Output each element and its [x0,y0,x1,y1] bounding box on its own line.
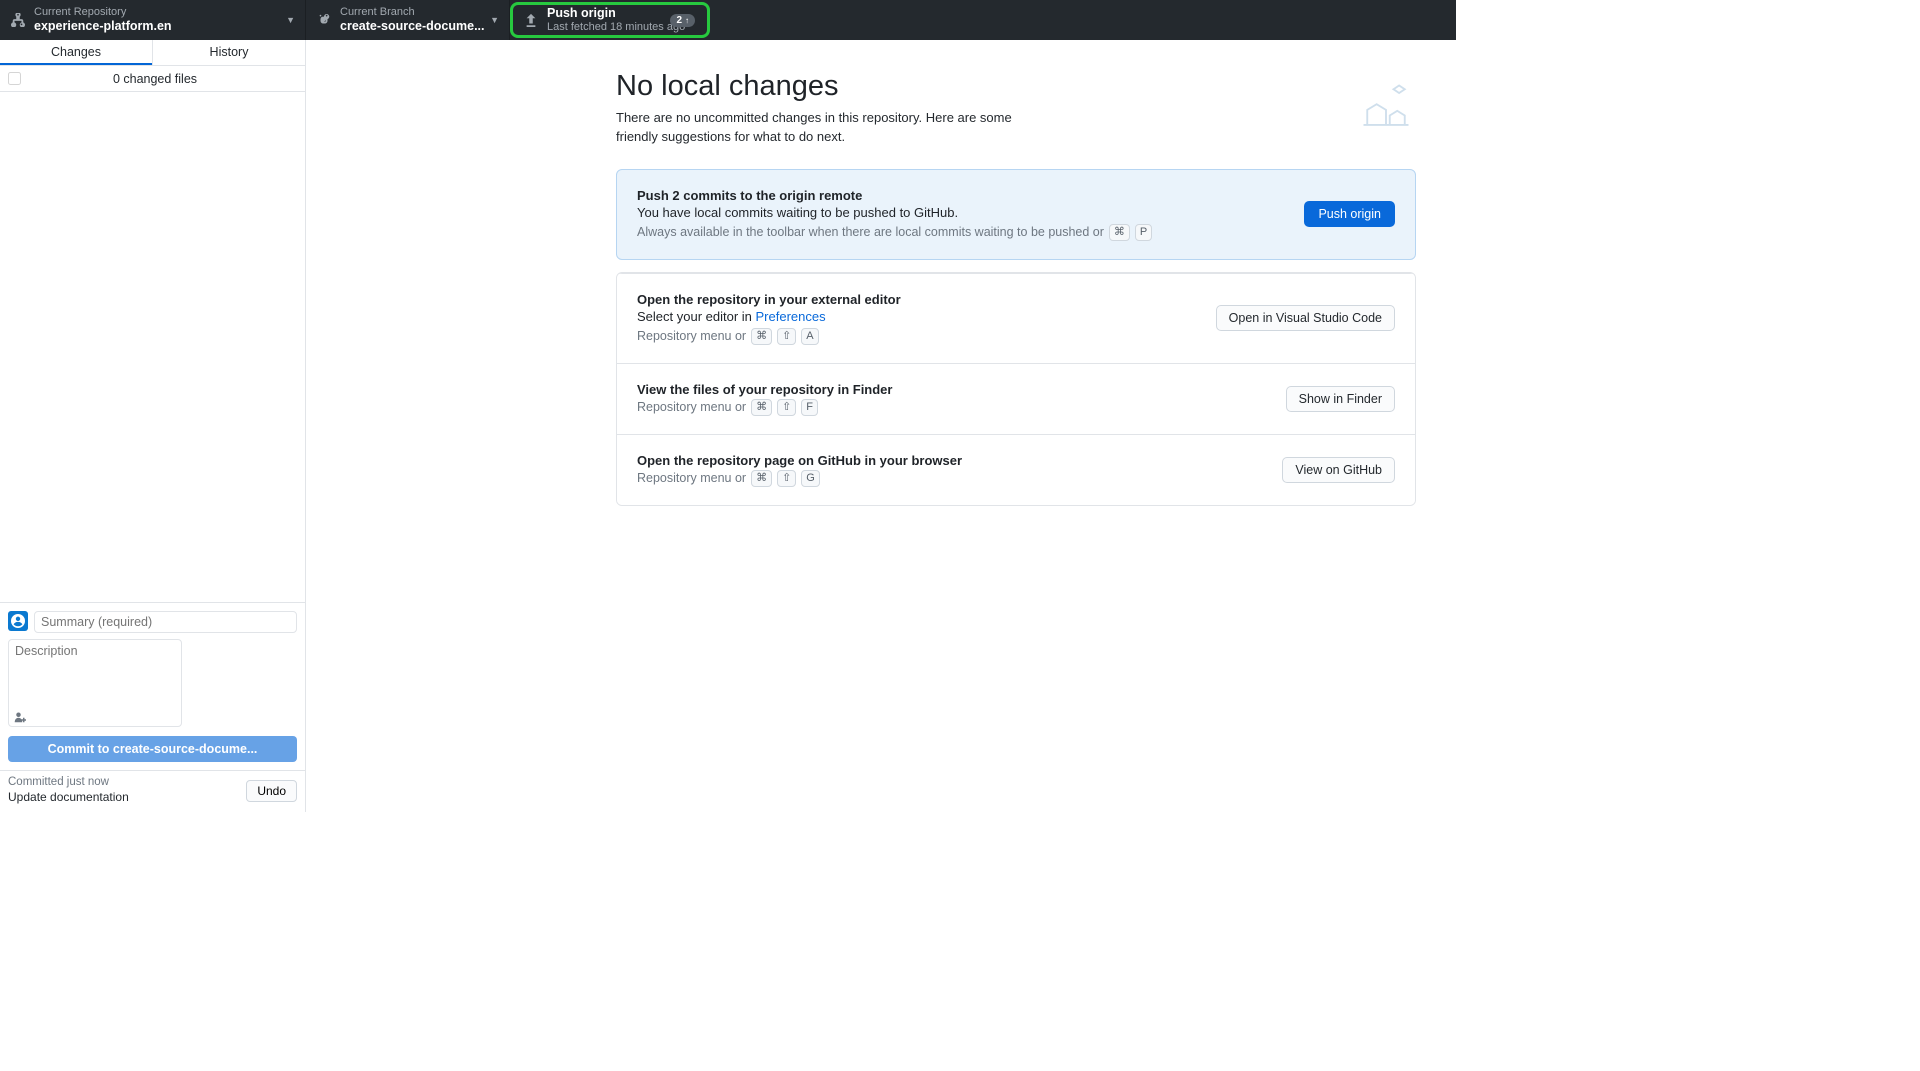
page-title: No local changes [616,70,1056,103]
push-badge-count: 2 [676,15,682,26]
branch-value: create-source-docume... [340,19,485,34]
push-card-desc: You have local commits waiting to be pus… [637,205,1304,220]
repo-value: experience-platform.en [34,19,172,34]
open-editor-button[interactable]: Open in Visual Studio Code [1216,305,1395,331]
push-label: Push origin [547,6,685,21]
undo-panel: Committed just now Update documentation … [0,770,305,812]
commit-button[interactable]: Commit to create-source-docume... [8,736,297,762]
kbd-cmd: ⌘ [751,399,772,416]
push-card-hint: Always available in the toolbar when the… [637,225,1104,239]
illustration-icon [1356,78,1416,138]
avatar [8,611,28,631]
preferences-link[interactable]: Preferences [756,309,826,324]
undo-time: Committed just now [8,775,129,790]
kbd-g: G [801,470,820,487]
editor-card-title: Open the repository in your external edi… [637,292,1216,307]
push-value: Last fetched 18 minutes ago [547,21,685,34]
kbd-f: F [801,399,818,416]
push-origin-toolbar[interactable]: Push origin Last fetched 18 minutes ago … [510,2,710,38]
push-origin-button[interactable]: Push origin [1304,201,1395,227]
branch-icon [316,12,332,28]
content: No local changes There are no uncommitte… [306,40,1456,812]
select-all-checkbox[interactable] [8,72,21,85]
tab-history[interactable]: History [152,40,305,65]
changed-files-count: 0 changed files [29,66,305,92]
kbd-p: P [1135,224,1152,241]
kbd-cmd: ⌘ [751,328,772,345]
commit-button-prefix: Commit to [48,742,113,756]
github-card-title: Open the repository page on GitHub in yo… [637,453,1282,468]
push-card: Push 2 commits to the origin remote You … [616,169,1416,260]
caret-down-icon: ▼ [490,15,499,25]
finder-card-hint: Repository menu or [637,400,746,414]
kbd-shift: ⇧ [777,470,796,487]
kbd-cmd: ⌘ [1109,224,1130,241]
caret-down-icon: ▼ [286,15,295,25]
undo-button[interactable]: Undo [246,780,297,802]
kbd-cmd: ⌘ [751,470,772,487]
add-coauthor-icon[interactable] [14,711,26,726]
finder-card-title: View the files of your repository in Fin… [637,382,1286,397]
view-github-card: Open the repository page on GitHub in yo… [617,434,1415,505]
sidebar: Changes History 0 changed files Commi [0,40,306,812]
commit-description-input[interactable] [8,639,182,727]
push-badge: 2↑ [670,14,695,27]
branch-selector[interactable]: Current Branch create-source-docume... ▼ [306,0,510,40]
commit-panel: Commit to create-source-docume... [0,602,305,770]
page-subtitle: There are no uncommitted changes in this… [616,109,1056,147]
kbd-shift: ⇧ [777,328,796,345]
branch-label: Current Branch [340,6,485,19]
toolbar: Current Repository experience-platform.e… [0,0,1456,40]
editor-card-hint: Repository menu or [637,329,746,343]
arrow-up-icon: ↑ [685,16,689,25]
repo-selector[interactable]: Current Repository experience-platform.e… [0,0,306,40]
kbd-shift: ⇧ [777,399,796,416]
push-icon [523,12,539,28]
editor-card-desc-pre: Select your editor in [637,309,756,324]
kbd-a: A [801,328,818,345]
repo-icon [10,12,26,28]
undo-message: Update documentation [8,790,129,806]
show-finder-card: View the files of your repository in Fin… [617,363,1415,434]
commit-button-branch: create-source-docume... [113,742,258,756]
push-card-title: Push 2 commits to the origin remote [637,188,1304,203]
tab-changes[interactable]: Changes [0,40,152,65]
github-card-hint: Repository menu or [637,471,746,485]
commit-summary-input[interactable] [34,611,297,633]
view-github-button[interactable]: View on GitHub [1282,457,1395,483]
show-finder-button[interactable]: Show in Finder [1286,386,1395,412]
open-editor-card: Open the repository in your external edi… [617,273,1415,363]
repo-label: Current Repository [34,6,172,19]
